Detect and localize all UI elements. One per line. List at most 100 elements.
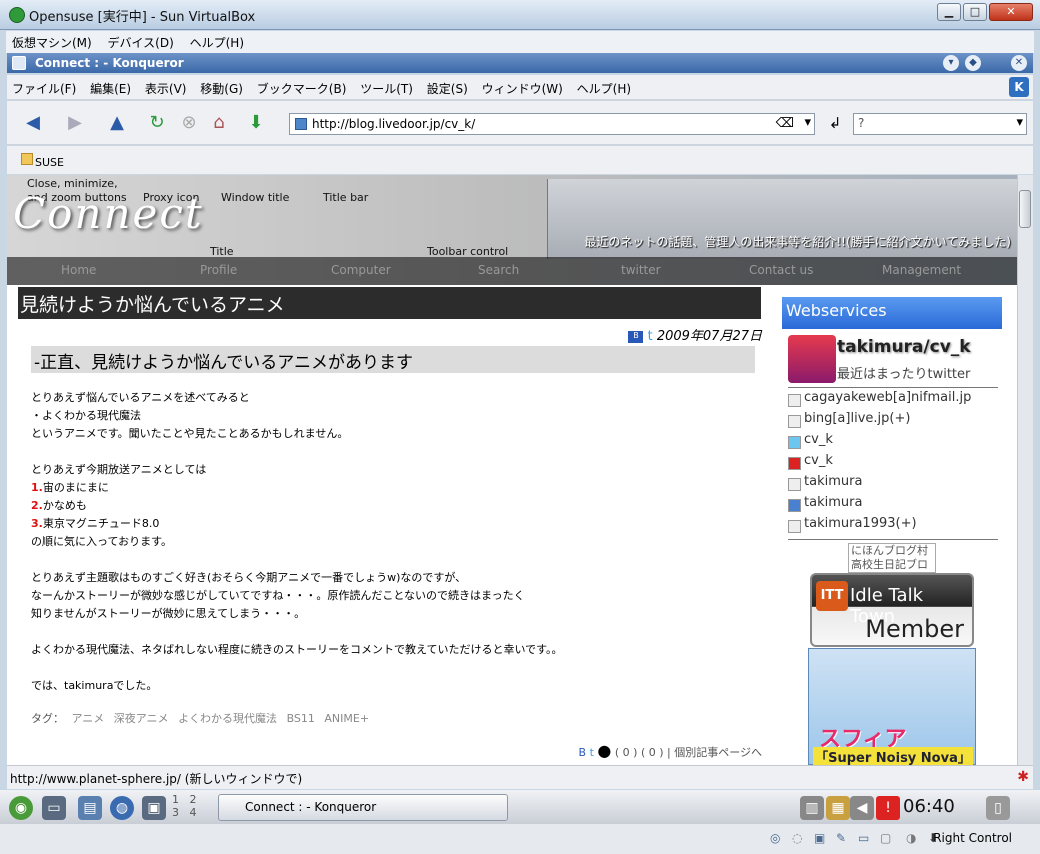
post-footer-links[interactable]: ( 0 ) ( 0 ) | 個別記事ページへ — [615, 746, 762, 759]
terminal-icon[interactable]: ▣ — [142, 796, 166, 820]
maximize-button[interactable]: □ — [963, 3, 987, 21]
menu-help[interactable]: ヘルプ(H) — [184, 31, 250, 54]
capture-icon[interactable]: ▢ — [880, 831, 891, 845]
twitter-icon[interactable]: t — [648, 329, 653, 344]
vertical-scrollbar[interactable] — [1017, 175, 1033, 765]
close-icon[interactable]: ✕ — [1011, 55, 1027, 71]
back-icon[interactable]: ◀ — [21, 111, 45, 135]
chevron-down-icon[interactable]: ▾ — [1016, 115, 1023, 130]
menu-devices[interactable]: デバイス(D) — [102, 31, 180, 54]
list-item[interactable]: cagayakeweb[a]nifmail.jp — [788, 390, 998, 411]
twitter-icon[interactable]: t — [590, 746, 594, 759]
menu-go[interactable]: 移動(G) — [195, 75, 248, 102]
menu-tools[interactable]: ツール(T) — [355, 75, 418, 102]
shared-folder-icon[interactable]: ▭ — [858, 831, 869, 845]
comment-icon[interactable]: ● — [597, 741, 611, 760]
nav-contact[interactable]: Contact us — [749, 263, 813, 277]
menu-machine[interactable]: 仮想マシン(M) — [6, 31, 98, 54]
sphere-ad-banner[interactable]: スフィア 「Super Noisy Nova」 — [808, 648, 976, 765]
tag-link[interactable]: アニメ — [72, 712, 105, 725]
konqueror-title-bar: Connect : - Konqueror ▾ ◆ ✕ — [7, 53, 1033, 73]
post-line: というアニメです。聞いたことや見たことあるかもしれません。 — [31, 427, 349, 440]
location-input[interactable]: http://blog.livedoor.jp/cv_k/ ⌫ ▾ — [289, 113, 815, 135]
menu-view[interactable]: 表示(V) — [140, 75, 192, 102]
host-key-label: Right Control — [933, 831, 1012, 845]
konqueror-icon — [12, 56, 26, 70]
close-button[interactable]: ✕ — [989, 3, 1033, 21]
minimize-button[interactable]: ▁ — [937, 3, 961, 21]
tag-link[interactable]: ANIME+ — [324, 712, 369, 725]
cd-icon[interactable]: ◌ — [792, 831, 802, 845]
trash-icon[interactable]: ▯ — [986, 796, 1010, 820]
list-item[interactable]: cv_k — [788, 453, 998, 474]
list-item[interactable]: bing[a]live.jp(+) — [788, 411, 998, 432]
favicon-icon — [295, 118, 307, 130]
twitter-name[interactable]: takimura/cv_k — [837, 337, 971, 357]
go-icon[interactable]: ↲ — [823, 111, 847, 135]
home-icon[interactable]: ⌂ — [207, 111, 231, 135]
virtualbox-icon — [9, 7, 25, 23]
search-input[interactable]: ? ▾ — [853, 113, 1027, 135]
pager-desktop[interactable]: 1 — [172, 793, 179, 806]
nav-search[interactable]: Search — [478, 263, 519, 277]
menu-help[interactable]: ヘルプ(H) — [572, 75, 636, 102]
mouse-integration-icon[interactable]: ◑ — [906, 831, 916, 845]
idle-talk-town-banner[interactable]: ITT Idle Talk Town Member — [810, 573, 974, 647]
pager-desktop[interactable]: 2 — [190, 793, 197, 806]
nav-profile[interactable]: Profile — [200, 263, 237, 277]
desktop-icon[interactable]: ▭ — [42, 796, 66, 820]
blog-logo[interactable]: Connect — [13, 189, 204, 238]
file-manager-icon[interactable]: ▤ — [78, 796, 102, 820]
kde-menu-icon[interactable]: ◉ — [9, 796, 33, 820]
warning-icon[interactable]: ! — [876, 796, 900, 820]
nav-home[interactable]: Home — [61, 263, 96, 277]
list-item[interactable]: takimura — [788, 474, 998, 495]
nav-twitter[interactable]: twitter — [621, 263, 661, 277]
menu-bookmarks[interactable]: ブックマーク(B) — [252, 75, 352, 102]
bookmark-suse[interactable]: SUSE — [21, 151, 101, 169]
volume-icon[interactable]: ◀ — [850, 796, 874, 820]
download-icon[interactable]: ⬇ — [244, 111, 268, 135]
tag-link[interactable]: BS11 — [287, 712, 315, 725]
hatena-bookmark-icon[interactable]: B — [628, 330, 644, 343]
desktop-pager[interactable]: 1 2 3 4 — [172, 793, 212, 821]
scrollbar-thumb[interactable] — [1019, 190, 1031, 228]
bug-icon[interactable]: ✱ — [1017, 769, 1029, 785]
forward-icon[interactable]: ▶ — [63, 111, 87, 135]
menu-edit[interactable]: 編集(E) — [85, 75, 136, 102]
hatena-bookmark-icon[interactable]: B — [579, 746, 587, 759]
post-tags: タグ： アニメ 深夜アニメ よくわかる現代魔法 BS11 ANIME+ — [31, 710, 375, 726]
menu-window[interactable]: ウィンドウ(W) — [477, 75, 568, 102]
printer-icon[interactable]: ▥ — [800, 796, 824, 820]
list-item[interactable]: takimura1993(+) — [788, 516, 998, 537]
usb-icon[interactable]: ✎ — [836, 831, 846, 845]
pager-desktop[interactable]: 3 — [172, 806, 179, 819]
chevron-down-icon[interactable]: ▾ — [943, 55, 959, 71]
hard-disk-icon[interactable]: ◎ — [770, 831, 780, 845]
clipboard-icon[interactable]: ▦ — [826, 796, 850, 820]
list-item[interactable]: cv_k — [788, 432, 998, 453]
browser-icon[interactable]: ◍ — [110, 796, 134, 820]
list-item[interactable]: takimura — [788, 495, 998, 516]
clear-location-icon[interactable]: ⌫ — [776, 116, 794, 131]
stop-icon[interactable]: ⊗ — [177, 111, 201, 135]
twitter-avatar[interactable] — [788, 335, 836, 383]
nav-computer[interactable]: Computer — [331, 263, 391, 277]
nav-management[interactable]: Management — [882, 263, 961, 277]
post-line — [31, 623, 761, 641]
tag-link[interactable]: よくわかる現代魔法 — [178, 712, 277, 725]
chevron-down-icon[interactable]: ▾ — [804, 115, 811, 130]
pager-desktop[interactable]: 4 — [190, 806, 197, 819]
post-title[interactable]: 見続けようか悩んでいるアニメ — [18, 287, 761, 319]
reload-icon[interactable]: ↻ — [145, 111, 169, 135]
tag-link[interactable]: 深夜アニメ — [114, 712, 169, 725]
nihon-blog-banner[interactable]: にほんブログ村 高校生日記ブロ — [848, 543, 936, 573]
taskbar-item-konqueror[interactable]: Connect : - Konqueror — [218, 794, 508, 821]
restore-icon[interactable]: ◆ — [965, 55, 981, 71]
menu-settings[interactable]: 設定(S) — [422, 75, 473, 102]
twitter-status: 最近はまったりtwitter — [837, 367, 971, 382]
network-icon[interactable]: ▣ — [814, 831, 825, 845]
menu-file[interactable]: ファイル(F) — [7, 75, 81, 102]
clock[interactable]: 06:40 — [903, 796, 955, 817]
up-icon[interactable]: ▲ — [105, 111, 129, 135]
